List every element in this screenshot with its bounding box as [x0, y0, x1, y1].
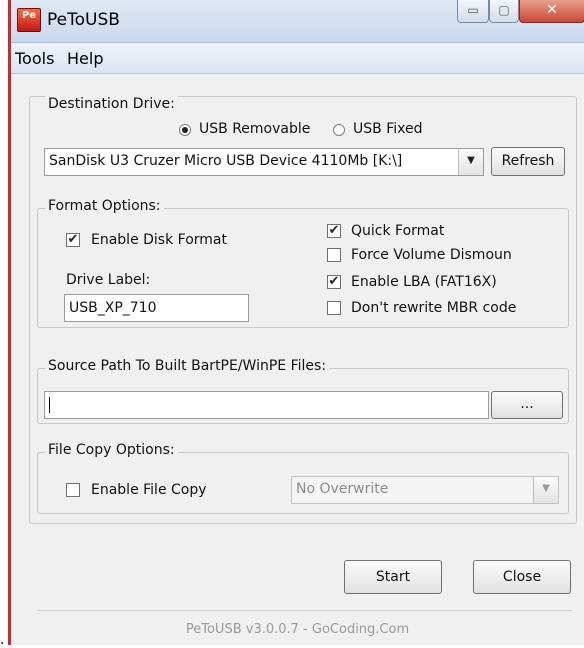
menu-tools[interactable]: Tools	[15, 49, 54, 68]
force-dismount-checkbox[interactable]	[327, 248, 341, 262]
close-window-button[interactable]: ✕	[519, 0, 584, 23]
source-path-input[interactable]	[44, 391, 489, 419]
quick-format-label: Quick Format	[351, 223, 445, 239]
maximize-icon: ▢	[498, 3, 510, 17]
enable-disk-format-checkbox[interactable]: ✔	[66, 233, 80, 247]
chevron-down-icon[interactable]: ▼	[458, 149, 483, 175]
drive-select-value: SanDisk U3 Cruzer Micro USB Device 4110M…	[49, 153, 403, 169]
minimize-button[interactable]: ▭	[457, 0, 489, 23]
quick-format-checkbox[interactable]: ✔	[327, 224, 341, 238]
close-button[interactable]: Close	[473, 560, 571, 594]
dont-rewrite-mbr-label: Don't rewrite MBR code	[351, 300, 517, 316]
usb-fixed-radio[interactable]	[333, 124, 345, 136]
minimize-icon: ▭	[467, 3, 479, 17]
usb-removable-radio[interactable]	[179, 124, 191, 136]
maximize-button[interactable]: ▢	[489, 0, 519, 23]
enable-disk-format-label: Enable Disk Format	[91, 232, 227, 248]
overwrite-select[interactable]: No Overwrite ▼	[291, 476, 559, 504]
source-path-label: Source Path To Built BartPE/WinPE Files:	[45, 358, 330, 374]
footer-credit: PeToUSB v3.0.0.7 - GoCoding.Com	[185, 622, 410, 637]
file-copy-group-label: File Copy Options:	[45, 442, 178, 458]
title-bar[interactable]: Pe PeToUSB ▭ ▢ ✕	[11, 0, 584, 43]
enable-file-copy-label: Enable File Copy	[91, 482, 207, 498]
start-button[interactable]: Start	[344, 560, 442, 594]
enable-file-copy-checkbox[interactable]	[66, 483, 80, 497]
drive-label-caption: Drive Label:	[66, 272, 151, 288]
close-icon: ✕	[546, 2, 558, 18]
drive-select[interactable]: SanDisk U3 Cruzer Micro USB Device 4110M…	[44, 148, 484, 176]
drive-label-field[interactable]: USB_XP_710	[64, 294, 249, 322]
usb-removable-label: USB Removable	[199, 121, 311, 137]
app-logo-icon: Pe	[17, 8, 41, 32]
chevron-down-icon[interactable]: ▼	[533, 477, 558, 503]
browse-button[interactable]: ...	[491, 391, 563, 419]
dont-rewrite-mbr-checkbox[interactable]	[327, 301, 341, 315]
usb-fixed-label: USB Fixed	[353, 121, 423, 137]
stray-dot: .	[0, 632, 5, 648]
format-group-label: Format Options:	[45, 198, 164, 214]
footer-divider	[37, 610, 572, 611]
menu-bar: Tools Help	[11, 43, 584, 74]
enable-lba-checkbox[interactable]: ✔	[327, 275, 341, 289]
drive-label-value: USB_XP_710	[69, 300, 157, 316]
overwrite-select-value: No Overwrite	[296, 481, 389, 497]
text-cursor	[49, 397, 50, 413]
window-title: PeToUSB	[47, 10, 120, 30]
petousb-window: Pe PeToUSB ▭ ▢ ✕ Tools Help Destination …	[8, 0, 584, 645]
menu-help[interactable]: Help	[67, 49, 103, 68]
force-dismount-label: Force Volume Dismoun	[351, 247, 512, 263]
destination-group-label: Destination Drive:	[45, 96, 178, 112]
refresh-button[interactable]: Refresh	[491, 147, 565, 176]
enable-lba-label: Enable LBA (FAT16X)	[351, 274, 497, 290]
